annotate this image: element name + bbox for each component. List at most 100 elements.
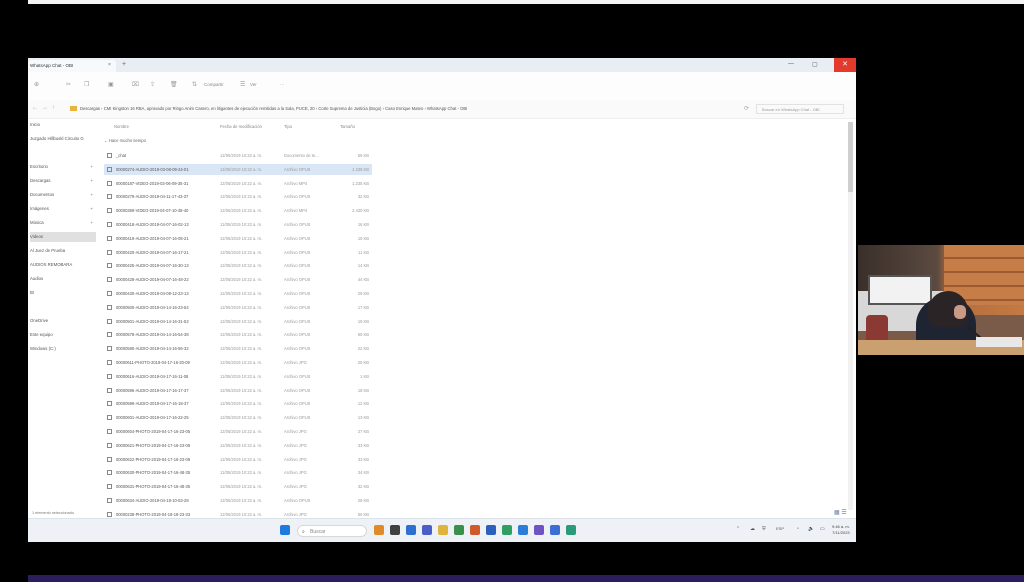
scrollbar[interactable] xyxy=(848,122,853,510)
tab-close-icon[interactable]: × xyxy=(108,62,111,68)
file-row[interactable]: 00000611-PHOTO-2019-04-17-16-20-09 12/05/… xyxy=(104,357,372,368)
file-row[interactable]: _chat 12/05/2019 10:22 a. m. Documento de … xyxy=(104,150,372,161)
sidebar-item-documents[interactable]: Documentos xyxy=(30,192,54,197)
file-row[interactable]: 00000418-AUDIO-2019-04-07-16-02-13 12/05/… xyxy=(104,219,372,230)
column-header-name[interactable]: Nombre xyxy=(114,124,129,129)
widgets-icon[interactable] xyxy=(374,525,384,535)
new-tab-button[interactable]: + xyxy=(122,61,126,68)
outlook-icon[interactable] xyxy=(518,525,528,535)
file-row[interactable]: 00000420-AUDIO-2019-04-07-16-17-21 12/05/… xyxy=(104,247,372,258)
sidebar-item-account[interactable]: Juzgado Hillbuskl Circuito G xyxy=(30,136,84,141)
file-row[interactable]: 00000596-AUDIO-2019-04-17-16-17-37 12/05/… xyxy=(104,385,372,396)
file-row[interactable]: 00000430-AUDIO-2019-04-08-12-23-13 12/05/… xyxy=(104,288,372,299)
forward-icon[interactable]: → xyxy=(42,105,48,111)
file-row[interactable]: 00000419-AUDIO-2019-04-07-16-05-21 12/05/… xyxy=(104,233,372,244)
sidebar-item-videos[interactable]: Videos xyxy=(30,232,96,242)
battery-icon[interactable]: ▭ xyxy=(820,526,825,532)
sidebar-item-folder[interactable]: Audios xyxy=(30,276,43,281)
search-input[interactable]: Buscar en WhatsApp Chat - OBI xyxy=(756,104,844,114)
up-icon[interactable]: ↑ xyxy=(52,105,55,111)
file-row[interactable]: 00000631-PHOTO-2019-04-17-16-48-35 12/05/… xyxy=(104,481,372,492)
file-row[interactable]: 00000621-PHOTO-2019-04-17-16-23-08 12/05/… xyxy=(104,440,372,451)
tray-chevron-icon[interactable]: ⌃ xyxy=(736,526,740,532)
file-row[interactable]: 00000616-AUDIO-2019-04-17-16-11-08 12/05/… xyxy=(104,371,372,382)
language-indicator[interactable]: ESP xyxy=(776,526,784,531)
task-view-icon[interactable] xyxy=(390,525,400,535)
sidebar-item-downloads[interactable]: Descargas xyxy=(30,178,51,183)
file-row[interactable]: 00000634-AUDIO-2019-04-18-10-53-28 12/05/… xyxy=(104,495,372,506)
volume-icon[interactable]: 🔈 xyxy=(808,526,814,532)
start-icon[interactable] xyxy=(280,525,290,535)
sidebar-item-music[interactable]: Música xyxy=(30,220,44,225)
sidebar-item-folder[interactable]: BI xyxy=(30,290,34,295)
file-type: Archivo OPUS xyxy=(284,235,311,241)
share-icon[interactable]: ⇪ xyxy=(150,81,155,88)
file-row[interactable]: 00000599-AUDIO-2019-04-17-16-18-37 12/05/… xyxy=(104,398,372,409)
file-icon xyxy=(107,415,112,421)
excel-icon[interactable] xyxy=(502,525,512,535)
column-header-type[interactable]: Tipo xyxy=(284,124,292,129)
close-window-button[interactable]: ✕ xyxy=(834,58,856,72)
column-header-size[interactable]: Tamaño xyxy=(340,124,355,129)
sidebar-item-this-pc[interactable]: Este equipo xyxy=(30,332,53,337)
copy-icon[interactable]: ❐ xyxy=(84,81,89,88)
explorer-tab[interactable]: WhatsApp Chat - OBI × xyxy=(28,60,116,72)
file-row[interactable]: 00000601-AUDIO-2019-04-17-16-22-25 12/05/… xyxy=(104,412,372,423)
sidebar-item-onedrive[interactable]: OneDrive xyxy=(30,318,48,323)
file-row[interactable]: 00000428-AUDIO-2019-04-07-16-48-22 12/05/… xyxy=(104,274,372,285)
taskbar-clock[interactable]: 9:46 a. m. 7/11/2023 xyxy=(832,524,850,536)
sidebar-item-desktop[interactable]: Escritorio xyxy=(30,164,48,169)
breadcrumb[interactable]: Descargas › CMI Kingston 16 RBA, aprovad… xyxy=(70,104,740,114)
sort-icon[interactable]: ⇅ xyxy=(192,81,197,88)
onedrive-tray-icon[interactable]: ☁ xyxy=(750,526,755,532)
chrome-icon[interactable] xyxy=(454,525,464,535)
onenote-icon[interactable] xyxy=(534,525,544,535)
app-icon[interactable] xyxy=(470,525,480,535)
view-icon[interactable]: ☰ xyxy=(240,81,245,88)
word-icon[interactable] xyxy=(486,525,496,535)
more-options[interactable]: ··· xyxy=(280,82,285,87)
delete-icon[interactable]: 🗑 xyxy=(170,81,178,88)
sidebar-item-drive[interactable]: Windows (C:) xyxy=(30,346,56,351)
file-icon xyxy=(107,346,112,352)
scrollbar-thumb[interactable] xyxy=(848,122,853,192)
security-icon[interactable]: ⛨ xyxy=(762,526,766,532)
file-row[interactable]: 00000425-AUDIO-2019-04-07-16-30-13 12/05/… xyxy=(104,260,372,271)
wifi-icon[interactable]: ◔ xyxy=(796,526,799,532)
group-header[interactable]: ⌄ Hace mucho tiempo xyxy=(104,138,146,143)
file-explorer-icon[interactable] xyxy=(438,525,448,535)
minimize-button[interactable]: — xyxy=(788,61,794,67)
back-icon[interactable]: ← xyxy=(32,105,38,111)
file-row[interactable]: 00000578-AUDIO-2019-04-14-16-54-38 12/05/… xyxy=(104,329,372,340)
edge-icon[interactable] xyxy=(406,525,416,535)
refresh-icon[interactable]: ⟳ xyxy=(744,105,749,112)
new-icon[interactable]: ⊕ xyxy=(34,81,39,88)
maximize-button[interactable]: ▢ xyxy=(812,61,818,68)
file-type: Archivo MP4 xyxy=(284,180,308,186)
file-row[interactable]: 00000630-PHOTO-2019-04-17-16-48-35 12/05/… xyxy=(104,467,372,478)
sidebar-item-home[interactable]: Inicio xyxy=(30,122,40,127)
sidebar-item-folder[interactable]: Al Juez de Prueba xyxy=(30,248,65,253)
cut-icon[interactable]: ✂ xyxy=(66,81,71,88)
share-label[interactable]: Compartir xyxy=(204,82,224,87)
view-label[interactable]: Ver xyxy=(250,82,257,87)
rename-icon[interactable]: ⌧ xyxy=(132,81,139,88)
column-header-date[interactable]: Fecha de modificación xyxy=(220,124,262,129)
file-row[interactable]: 00000622-PHOTO-2019-04-17-16-23-08 12/05/… xyxy=(104,454,372,465)
file-row[interactable]: 00000274-AUDIO-2019-03-08-09-24-01 12/05/… xyxy=(104,163,372,175)
sidebar-item-folder[interactable]: AUDIOS REMOBARA xyxy=(30,262,72,267)
file-row[interactable]: 00000187-VIDEO-2019-03-06-09-35-31 12/05/… xyxy=(104,178,372,189)
zoom-icon[interactable] xyxy=(550,525,560,535)
sidebar-item-pictures[interactable]: Imágenes xyxy=(30,206,49,211)
file-row[interactable]: 00000500-AUDIO-2019-04-14-16-23-54 12/05/… xyxy=(104,302,372,313)
file-row[interactable]: 00000369-VIDEO-2019-04-07-10-48-40 12/05/… xyxy=(104,205,372,216)
view-toggle-icons[interactable]: ▦ ☰ xyxy=(834,509,847,516)
teams-icon[interactable] xyxy=(422,525,432,535)
taskbar-search[interactable]: ⌕ Buscar xyxy=(297,525,367,537)
file-row[interactable]: 00000604-PHOTO-2019-04-17-16-23-05 12/05/… xyxy=(104,426,372,437)
file-row[interactable]: 00000580-AUDIO-2019-04-14-16-56-32 12/05/… xyxy=(104,343,372,354)
paste-icon[interactable]: ▣ xyxy=(108,81,114,88)
file-row[interactable]: 00000279-AUDIO-2019-04-11-17-43-37 12/05/… xyxy=(104,191,372,202)
file-row[interactable]: 00000501-AUDIO-2019-04-14-16-31-53 12/05/… xyxy=(104,316,372,327)
app-icon[interactable] xyxy=(566,525,576,535)
